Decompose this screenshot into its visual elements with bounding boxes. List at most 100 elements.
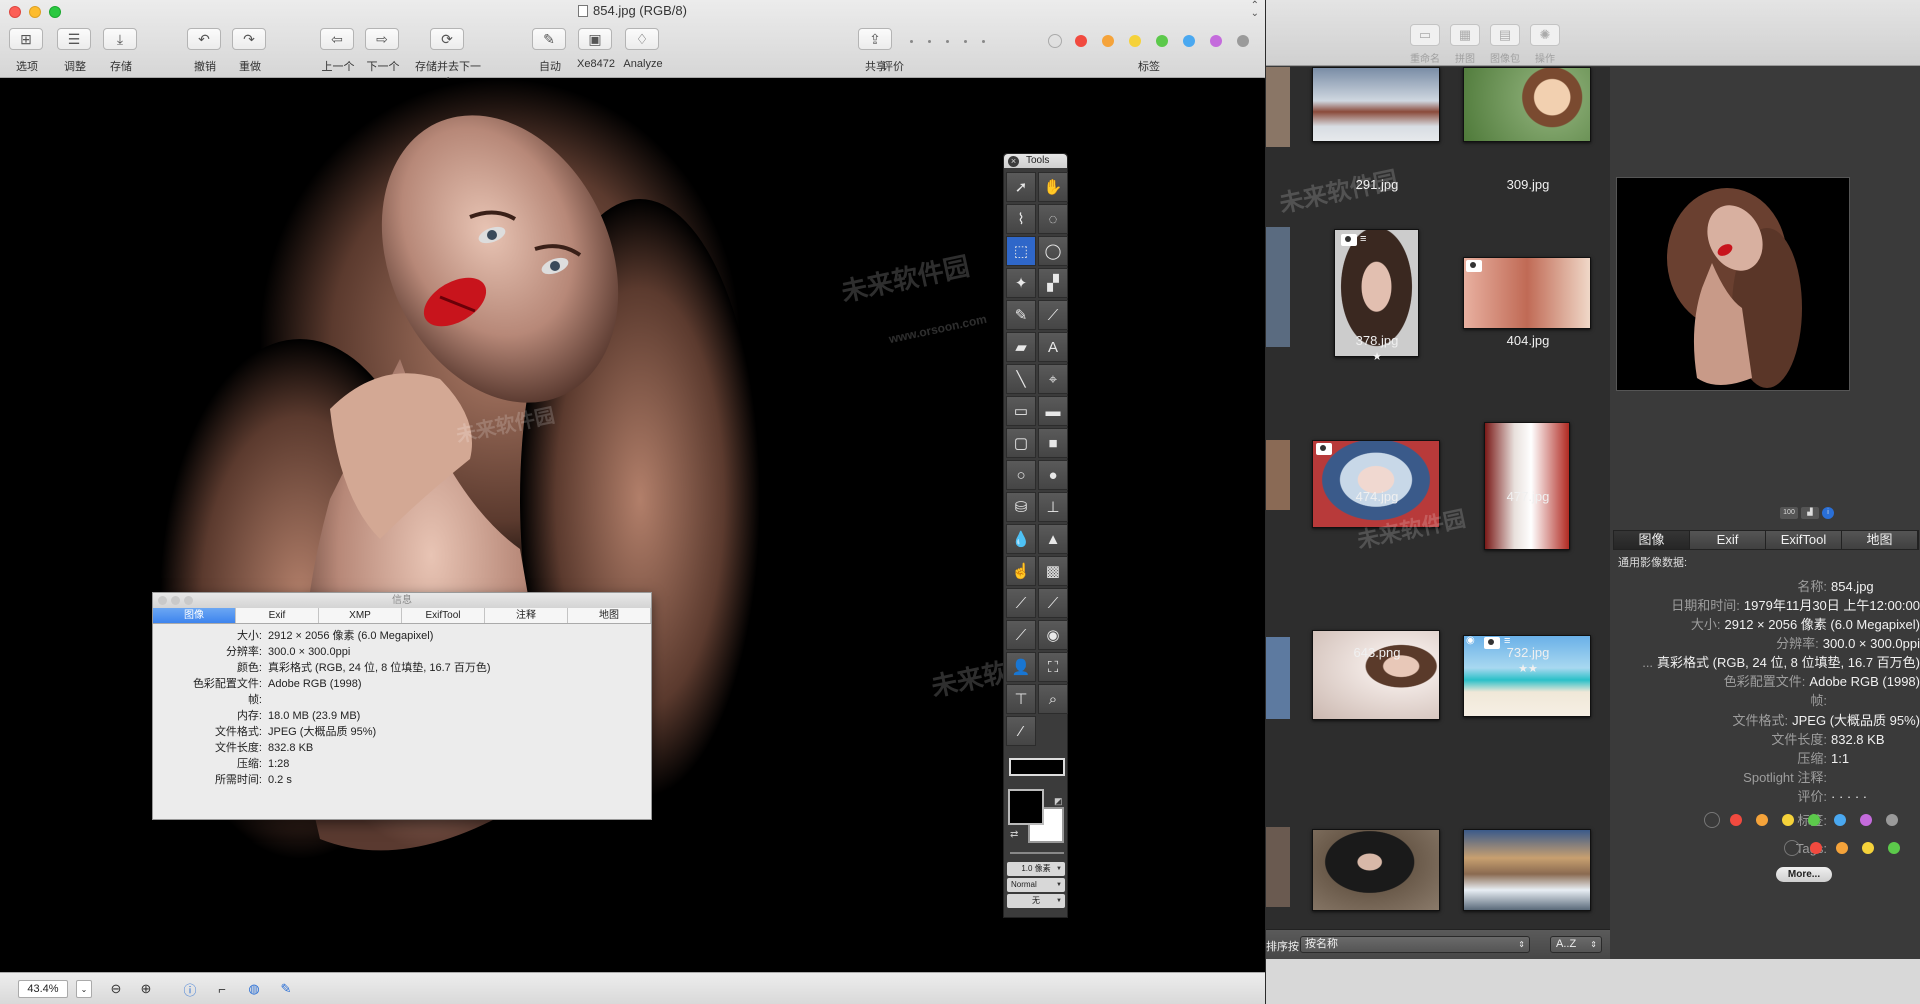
blend-mode-select[interactable]: Normal <box>1007 878 1065 892</box>
sidebar-tab[interactable]: 地图 <box>1842 531 1918 549</box>
zoom-100-icon[interactable]: 100 <box>1780 507 1798 519</box>
sharpen-tool[interactable]: ▲ <box>1038 524 1068 554</box>
thumbnail-name[interactable]: 309.jpg <box>1453 177 1603 192</box>
rating-dot[interactable] <box>910 40 913 43</box>
tag-color-dot[interactable] <box>1156 35 1168 47</box>
no-tag-icon[interactable] <box>1704 812 1720 828</box>
tag-color-dot[interactable] <box>1808 814 1820 826</box>
tag-color-dot[interactable] <box>1860 814 1872 826</box>
frame-tool[interactable]: ⛶ <box>1038 652 1068 682</box>
circle-fill-tool[interactable]: ● <box>1038 460 1068 490</box>
thumbnail-name[interactable]: 474.jpg <box>1302 489 1452 504</box>
rect-fill-tool[interactable]: ▬ <box>1038 396 1068 426</box>
info-tab[interactable]: 注释 <box>485 608 568 623</box>
rect-outline-tool[interactable]: ▭ <box>1006 396 1036 426</box>
tag-color-dot[interactable] <box>1834 814 1846 826</box>
polygon-lasso-tool[interactable]: ⌇ <box>1006 204 1036 234</box>
tools-close-icon[interactable]: × <box>1008 156 1019 167</box>
info-tab[interactable]: 地图 <box>568 608 651 623</box>
lightbulb-button[interactable]: ♢ <box>625 28 659 50</box>
rating-dot[interactable] <box>946 40 949 43</box>
person-tool[interactable]: 👤 <box>1006 652 1036 682</box>
magic-wand-button[interactable]: ✎ <box>532 28 566 50</box>
info-close-button[interactable] <box>158 596 167 605</box>
thumbnail-643[interactable] <box>1312 630 1440 720</box>
tools-titlebar[interactable]: × Tools <box>1004 154 1067 168</box>
zoom-field[interactable]: 43.4% <box>18 980 68 998</box>
sidebar-tab[interactable]: ExifTool <box>1766 531 1842 549</box>
crosshair-tool[interactable]: ⌖ <box>1038 364 1068 394</box>
line-tool[interactable]: ╲ <box>1006 364 1036 394</box>
thumbnail-309[interactable] <box>1463 67 1591 142</box>
gear-button[interactable]: ✺ <box>1530 24 1560 46</box>
line-width-select[interactable]: 1.0 像素 <box>1007 862 1065 876</box>
arrow-pointer-tool[interactable]: ➚ <box>1006 172 1036 202</box>
burn-tool[interactable]: ⟋ <box>1038 588 1068 618</box>
eraser-tool[interactable]: ▰ <box>1006 332 1036 362</box>
info-panel[interactable]: 信息 图像 Exif XMP ExifTool 注释 地图 大小: 2912 × 2056 … <box>152 592 652 820</box>
rect-select-tool[interactable]: ⬚ <box>1006 236 1036 266</box>
tools-palette[interactable]: × Tools ➚ ✋ ⌇ ◌ ⬚ ◯ ✦ ▞ ✎ ⟋ ▰ A ╲ ⌖ ▭ ▬ ▢ ■ ○ ● ⛁ ⊥ 💧 ▲ ☝ ▩ ⟋ ⟋ ⟋ ◉ 👤 ⛶… <box>1003 153 1068 918</box>
round-rect-fill-tool[interactable]: ■ <box>1038 428 1068 458</box>
thumbnail-name[interactable]: 378.jpg <box>1302 333 1452 348</box>
tag-color-dot[interactable] <box>1129 35 1141 47</box>
thumbnail-name[interactable]: 477.jpg <box>1453 489 1603 504</box>
clone-tool[interactable]: ▞ <box>1038 268 1068 298</box>
tag-color-dot[interactable] <box>1730 814 1742 826</box>
rename-button[interactable]: ▭ <box>1410 24 1440 46</box>
sidebar-tab[interactable]: Exif <box>1690 531 1766 549</box>
preview-image[interactable] <box>1616 177 1850 391</box>
tag-color-dot[interactable] <box>1888 842 1900 854</box>
lasso-tool[interactable]: ◌ <box>1038 204 1068 234</box>
text-tool[interactable]: A <box>1038 332 1068 362</box>
tag-color-dot[interactable] <box>1810 842 1822 854</box>
tag-color-dot[interactable] <box>1782 814 1794 826</box>
thumbnail-477[interactable] <box>1484 422 1570 550</box>
thumbnail-name[interactable]: 643.png <box>1302 645 1452 660</box>
info-tab[interactable]: ExifTool <box>402 608 485 623</box>
line-width-slider[interactable] <box>1010 852 1064 854</box>
thumbnail-name[interactable]: 291.jpg <box>1302 177 1452 192</box>
info-icon[interactable]: i <box>1822 507 1834 519</box>
tag-color-dot[interactable] <box>1075 35 1087 47</box>
options-button[interactable]: ⊞ <box>9 28 43 50</box>
circle-outline-tool[interactable]: ○ <box>1006 460 1036 490</box>
title-chevrons-icon[interactable]: ⌃ ⌄ <box>1251 1 1259 19</box>
round-rect-tool[interactable]: ▢ <box>1006 428 1036 458</box>
ellipse-select-tool[interactable]: ◯ <box>1038 236 1068 266</box>
drop-tool[interactable]: 💧 <box>1006 524 1036 554</box>
eyedropper-tool[interactable]: ⁄ <box>1006 716 1036 746</box>
tag-color-dot[interactable] <box>1836 842 1848 854</box>
zoom-out-icon[interactable]: ⊖ <box>106 979 126 999</box>
sponge-tool[interactable]: ▩ <box>1038 556 1068 586</box>
no-tag-icon[interactable] <box>1784 840 1800 856</box>
info-tab[interactable]: Exif <box>236 608 319 623</box>
zoom-dropdown-icon[interactable]: ⌄ <box>76 980 92 998</box>
save-button[interactable]: ⤓ <box>103 28 137 50</box>
tag-color-dot[interactable] <box>1886 814 1898 826</box>
collage-button[interactable]: ▦ <box>1450 24 1480 46</box>
pencil-tool[interactable]: ✎ <box>1006 300 1036 330</box>
photo-canvas[interactable]: 未来软件园 未来软件园 未来软件园 未来软件园 www.orsoon.com <box>0 79 1265 972</box>
thumbnail-grid[interactable]: ≡ ◉ ≡ 291.jpg 309.jpg 378.jpg ★ 404.jpg 474.j… <box>1266 67 1610 929</box>
redeye-tool[interactable]: ◉ <box>1038 620 1068 650</box>
histogram-icon[interactable]: ▟ <box>1801 507 1819 519</box>
tag-color-dot[interactable] <box>1210 35 1222 47</box>
thumbnail-photo[interactable] <box>1463 829 1591 911</box>
magic-wand-tool[interactable]: ✦ <box>1006 268 1036 298</box>
sort-field-select[interactable]: 按名称 ⇕ <box>1300 936 1530 953</box>
rating-dot[interactable] <box>982 40 985 43</box>
thumbnail-291[interactable] <box>1312 67 1440 142</box>
dodge-tool[interactable]: ⟋ <box>1006 588 1036 618</box>
swap-colors-icon[interactable]: ⇄ <box>1010 829 1018 840</box>
share-button[interactable]: ⇪ <box>858 28 892 50</box>
crop-icon[interactable]: ⌐ <box>212 979 232 999</box>
tag-color-dot[interactable] <box>1756 814 1768 826</box>
hair-dryer-tool[interactable]: ⊤ <box>1006 684 1036 714</box>
info-tab[interactable]: XMP <box>319 608 402 623</box>
default-colors-icon[interactable]: ◩ <box>1054 796 1063 807</box>
rating-dot[interactable] <box>964 40 967 43</box>
line-preview-swatch[interactable] <box>1009 758 1065 776</box>
contact-sheet-button[interactable]: ▤ <box>1490 24 1520 46</box>
arrow-left-button[interactable]: ⇦ <box>320 28 354 50</box>
